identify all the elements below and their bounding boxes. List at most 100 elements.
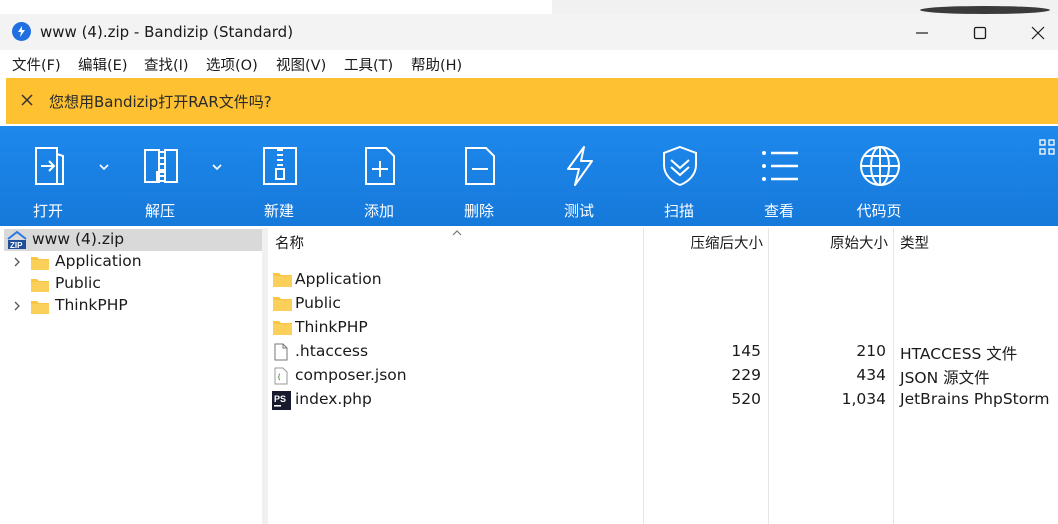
desktop-background xyxy=(0,0,1058,14)
tree-item-label: Application xyxy=(55,252,142,270)
folder-icon xyxy=(273,321,292,335)
folder-icon xyxy=(273,297,292,311)
row-original-size: 434 xyxy=(856,366,886,384)
new-label: 新建 xyxy=(263,202,294,220)
row-name: .htaccess xyxy=(295,342,369,360)
test-label: 测试 xyxy=(563,202,594,220)
tree-root[interactable]: ZIP www (4).zip xyxy=(4,229,262,251)
delete-label: 删除 xyxy=(463,202,494,220)
folder-icon xyxy=(31,257,49,270)
open-dropdown-icon[interactable] xyxy=(97,162,111,172)
extract-dropdown-icon[interactable] xyxy=(210,162,224,172)
lightning-icon xyxy=(567,146,593,186)
codepage-button[interactable]: 代码页 xyxy=(834,126,924,226)
column-header-type[interactable]: 类型 xyxy=(900,232,929,260)
tree-item-thinkphp[interactable]: ThinkPHP xyxy=(4,295,262,317)
sort-ascending-icon xyxy=(452,230,462,236)
extract-label: 解压 xyxy=(144,202,175,220)
toolbar: 打开 解压 新建 添加 删除 测试 扫描 查看 代码页 xyxy=(0,126,1058,226)
scan-button[interactable]: 扫描 xyxy=(634,126,724,226)
shield-icon xyxy=(663,145,697,187)
row-name: index.php xyxy=(295,390,372,408)
delete-file-icon xyxy=(465,147,495,185)
close-icon[interactable] xyxy=(20,93,34,111)
chevron-right-icon[interactable] xyxy=(13,301,21,311)
column-header-original[interactable]: 原始大小 xyxy=(768,232,888,260)
phpstorm-icon: PS xyxy=(272,391,291,410)
menu-bar: 文件(F) 编辑(E) 查找(I) 选项(O) 视图(V) 工具(T) 帮助(H… xyxy=(0,50,1058,76)
row-original-size: 1,034 xyxy=(841,390,886,408)
table-row[interactable]: PS index.php 520 1,034 JetBrains PhpStor… xyxy=(268,388,1058,412)
json-file-icon xyxy=(274,367,288,385)
column-header-name[interactable]: 名称 xyxy=(275,232,304,260)
extract-icon xyxy=(144,149,178,183)
table-row[interactable]: Application xyxy=(268,268,1058,292)
maximize-button[interactable] xyxy=(951,14,1009,50)
table-row[interactable]: Public xyxy=(268,292,1058,316)
open-button[interactable]: 打开 xyxy=(3,126,93,226)
tree-item-public[interactable]: Public xyxy=(4,273,262,295)
row-name: Application xyxy=(295,270,382,288)
folder-icon xyxy=(273,273,292,287)
row-type: JSON 源文件 xyxy=(900,369,990,387)
open-archive-icon xyxy=(35,147,64,185)
desktop-decoration xyxy=(920,6,1050,14)
new-archive-icon xyxy=(263,147,297,185)
table-row[interactable]: .htaccess 145 210 HTACCESS 文件 xyxy=(268,340,1058,364)
folder-icon xyxy=(31,279,49,292)
layout-grid-icon[interactable] xyxy=(1039,139,1055,155)
tree-item-label: ThinkPHP xyxy=(55,296,128,314)
extract-button[interactable]: 解压 xyxy=(115,126,205,226)
file-list: 名称 压缩后大小 原始大小 类型 Application Public Thin… xyxy=(268,228,1058,524)
view-label: 查看 xyxy=(763,202,794,220)
view-button[interactable]: 查看 xyxy=(734,126,824,226)
menu-help[interactable]: 帮助(H) xyxy=(411,54,462,75)
test-button[interactable]: 测试 xyxy=(534,126,624,226)
notification-message[interactable]: 您想用Bandizip打开RAR文件吗? xyxy=(49,91,272,112)
row-name: composer.json xyxy=(295,366,407,384)
tree-item-label: Public xyxy=(55,274,101,292)
tree-item-application[interactable]: Application xyxy=(4,251,262,273)
menu-file[interactable]: 文件(F) xyxy=(12,54,61,75)
close-window-button[interactable] xyxy=(1009,14,1058,50)
menu-find[interactable]: 查找(I) xyxy=(144,54,189,75)
codepage-label: 代码页 xyxy=(856,202,902,220)
row-compressed-size: 520 xyxy=(731,390,761,408)
svg-text:PS: PS xyxy=(274,394,286,404)
delete-button[interactable]: 删除 xyxy=(434,126,524,226)
table-row[interactable]: ThinkPHP xyxy=(268,316,1058,340)
row-name: Public xyxy=(295,294,341,312)
list-view-icon xyxy=(762,151,798,181)
menu-view[interactable]: 视图(V) xyxy=(276,54,326,75)
menu-edit[interactable]: 编辑(E) xyxy=(78,54,127,75)
row-type: HTACCESS 文件 xyxy=(900,345,1018,363)
row-type: JetBrains PhpStorm xyxy=(900,390,1050,408)
folder-icon xyxy=(31,301,49,314)
table-row[interactable]: composer.json 229 434 JSON 源文件 xyxy=(268,364,1058,388)
add-button[interactable]: 添加 xyxy=(334,126,424,226)
zip-archive-icon: ZIP xyxy=(7,230,27,250)
row-original-size: 210 xyxy=(856,342,886,360)
globe-icon xyxy=(860,146,900,186)
bandizip-logo-icon xyxy=(12,22,31,41)
menu-tools[interactable]: 工具(T) xyxy=(344,54,393,75)
bandizip-window: www (4).zip - Bandizip (Standard) 文件(F) … xyxy=(0,14,1058,524)
tree-root-label: www (4).zip xyxy=(32,230,125,248)
new-button[interactable]: 新建 xyxy=(234,126,324,226)
folder-tree: ZIP www (4).zip Application Public Think… xyxy=(4,228,263,524)
file-icon xyxy=(274,343,288,361)
minimize-button[interactable] xyxy=(893,14,951,50)
svg-text:ZIP: ZIP xyxy=(10,241,23,250)
add-file-icon xyxy=(365,147,395,185)
chevron-right-icon[interactable] xyxy=(13,257,21,267)
row-name: ThinkPHP xyxy=(295,318,368,336)
row-compressed-size: 229 xyxy=(731,366,761,384)
open-label: 打开 xyxy=(32,202,63,220)
menu-options[interactable]: 选项(O) xyxy=(206,54,258,75)
notification-bar: 您想用Bandizip打开RAR文件吗? xyxy=(6,78,1058,124)
window-title: www (4).zip - Bandizip (Standard) xyxy=(40,23,294,41)
title-bar: www (4).zip - Bandizip (Standard) xyxy=(0,14,1058,50)
column-header-compressed[interactable]: 压缩后大小 xyxy=(643,232,764,260)
row-compressed-size: 145 xyxy=(731,342,761,360)
scan-label: 扫描 xyxy=(663,202,694,220)
